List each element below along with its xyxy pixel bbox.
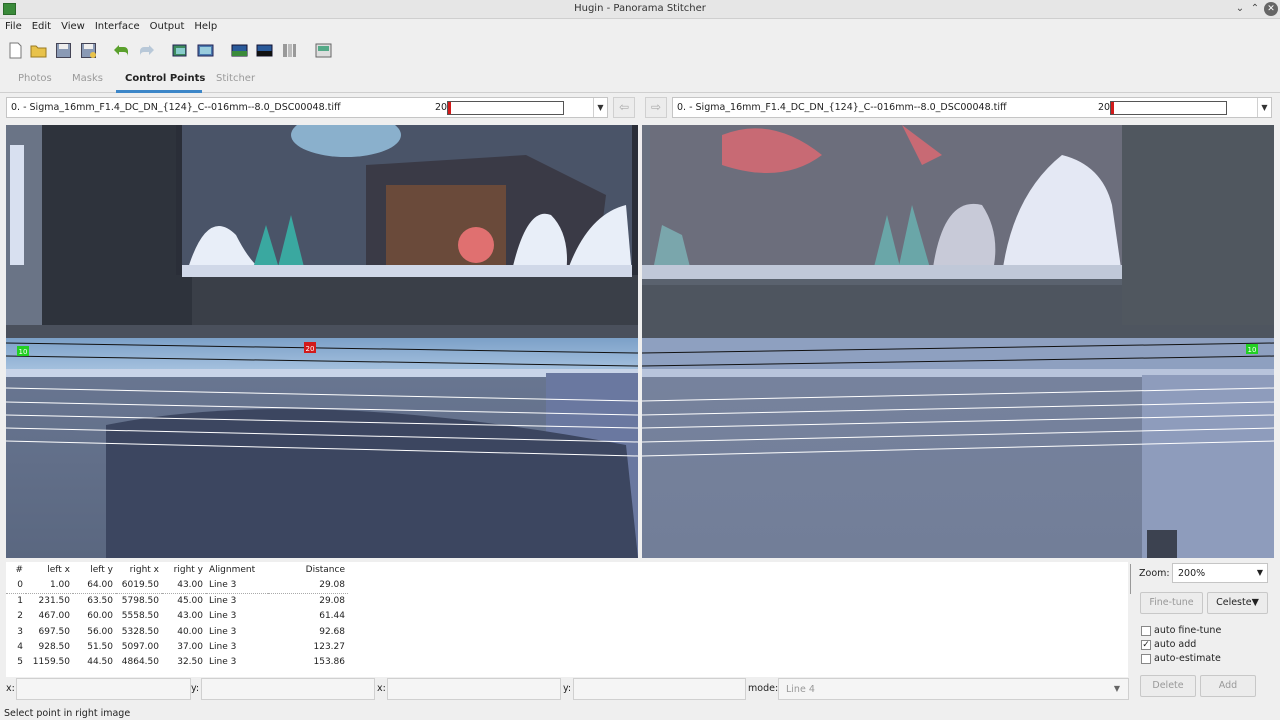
left-x-input[interactable] xyxy=(16,678,191,700)
left-x-field: x: xyxy=(6,678,191,700)
left-cp-quality-bar xyxy=(447,101,564,115)
svg-text:10: 10 xyxy=(1248,346,1257,354)
left-image-canvas[interactable]: 10 20 xyxy=(6,125,638,558)
right-x-field: x: xyxy=(377,678,561,700)
table-row[interactable]: 0 1.00 64.00 6019.50 43.00 Line 3 29.08 xyxy=(6,578,348,594)
chevron-down-icon[interactable]: ▼ xyxy=(1257,98,1271,117)
chevron-down-icon[interactable]: ▼ xyxy=(593,98,607,117)
add-time-series-icon[interactable] xyxy=(197,42,214,59)
tab-stitcher[interactable]: Stitcher xyxy=(216,73,255,84)
menu-view[interactable]: View xyxy=(56,19,90,32)
mode-select[interactable]: Line 4 ▼ xyxy=(778,678,1129,700)
chevron-down-icon: ▼ xyxy=(1256,568,1263,577)
left-cp-marker-red[interactable]: 20 xyxy=(304,342,316,353)
mode-label: mode: xyxy=(748,683,779,694)
table-header: # left x left y right x right y Alignmen… xyxy=(6,562,348,578)
splitter[interactable] xyxy=(1130,564,1131,594)
minimize-icon[interactable]: ⌄ xyxy=(1233,2,1247,16)
svg-text:10: 10 xyxy=(19,348,28,356)
add-button[interactable]: Add xyxy=(1200,675,1256,697)
col-header-right-x[interactable]: right x xyxy=(116,562,162,578)
right-cp-quality-fill xyxy=(1111,102,1115,114)
tab-photos[interactable]: Photos xyxy=(18,73,52,84)
menu-help[interactable]: Help xyxy=(189,19,222,32)
mode-value: Line 4 xyxy=(786,684,815,695)
zoom-label: Zoom: xyxy=(1139,568,1170,579)
left-y-field: y: xyxy=(191,678,375,700)
col-header-left-x[interactable]: left x xyxy=(26,562,73,578)
new-project-icon[interactable] xyxy=(7,42,24,59)
status-bar: Select point in right image xyxy=(4,708,131,719)
close-icon[interactable]: ✕ xyxy=(1264,2,1278,16)
previous-image-button[interactable]: ⇦ xyxy=(613,97,635,118)
right-cp-count: 20 xyxy=(1098,102,1111,113)
left-cp-quality-fill xyxy=(448,102,452,114)
left-cp-count: 20 xyxy=(435,102,448,113)
menu-output[interactable]: Output xyxy=(145,19,190,32)
fine-tune-button[interactable]: Fine-tune xyxy=(1140,592,1203,614)
window-title: Hugin - Panorama Stitcher xyxy=(574,3,706,14)
add-images-icon[interactable] xyxy=(172,42,189,59)
checkmark-icon[interactable]: ✓ xyxy=(1141,640,1151,650)
checkbox-box[interactable] xyxy=(1141,626,1151,636)
col-header-alignment[interactable]: Alignment xyxy=(206,562,268,578)
celeste-button[interactable]: Celeste▼ xyxy=(1207,592,1268,614)
checkbox-box[interactable] xyxy=(1141,654,1151,664)
menu-edit[interactable]: Edit xyxy=(27,19,56,32)
col-header-left-y[interactable]: left y xyxy=(73,562,116,578)
menu-file[interactable]: File xyxy=(0,19,27,32)
delete-button[interactable]: Delete xyxy=(1140,675,1196,697)
tab-bar: Photos Masks Control Points Stitcher xyxy=(0,67,1280,93)
tab-control-points[interactable]: Control Points xyxy=(125,73,205,84)
active-tab-indicator xyxy=(116,90,202,93)
left-image-select[interactable]: 0. - Sigma_16mm_F1.4_DC_DN_{124}_C--016m… xyxy=(6,97,608,118)
left-y-input[interactable] xyxy=(201,678,375,700)
fast-preview-icon[interactable] xyxy=(256,42,273,59)
save-as-icon[interactable] xyxy=(80,42,97,59)
undo-icon[interactable] xyxy=(113,42,130,59)
save-icon[interactable] xyxy=(55,42,72,59)
menu-bar: File Edit View Interface Output Help xyxy=(0,19,1280,36)
table-row[interactable]: 1 231.50 63.50 5798.50 45.00 Line 3 29.08 xyxy=(6,593,348,608)
right-y-input[interactable] xyxy=(573,678,746,700)
open-project-icon[interactable] xyxy=(30,42,47,59)
cp-table: # left x left y right x right y Alignmen… xyxy=(6,562,348,670)
col-header-index[interactable]: # xyxy=(6,562,26,578)
next-image-button[interactable]: ⇨ xyxy=(645,97,667,118)
maximize-icon[interactable]: ⌃ xyxy=(1248,2,1262,16)
right-y-field: y: xyxy=(563,678,746,700)
control-points-table[interactable]: # left x left y right x right y Alignmen… xyxy=(6,562,1128,677)
right-cp-marker-green[interactable]: 10 xyxy=(1246,344,1258,354)
right-image-name: 0. - Sigma_16mm_F1.4_DC_DN_{124}_C--016m… xyxy=(677,102,1007,113)
zoom-select[interactable]: 200% ▼ xyxy=(1172,563,1268,583)
layout-preview-icon[interactable] xyxy=(281,42,298,59)
left-image-name: 0. - Sigma_16mm_F1.4_DC_DN_{124}_C--016m… xyxy=(11,102,341,113)
menu-interface[interactable]: Interface xyxy=(90,19,145,32)
svg-text:20: 20 xyxy=(306,345,315,353)
left-cp-marker-green[interactable]: 10 xyxy=(17,346,29,356)
col-header-right-y[interactable]: right y xyxy=(162,562,206,578)
redo-icon[interactable] xyxy=(138,42,155,59)
table-row[interactable]: 3 697.50 56.00 5328.50 40.00 Line 3 92.68 xyxy=(6,624,348,639)
toolbar xyxy=(0,38,1280,64)
right-x-input[interactable] xyxy=(387,678,561,700)
table-row[interactable]: 5 1159.50 44.50 4864.50 32.50 Line 3 153.86 xyxy=(6,654,348,669)
zoom-value: 200% xyxy=(1178,568,1206,579)
right-cp-quality-bar xyxy=(1110,101,1227,115)
table-row[interactable]: 4 928.50 51.50 5097.00 37.00 Line 3 123.27 xyxy=(6,639,348,654)
preview-icon[interactable] xyxy=(231,42,248,59)
col-header-distance[interactable]: Distance xyxy=(268,562,348,578)
right-image-canvas[interactable]: 10 xyxy=(642,125,1274,558)
chevron-down-icon: ▼ xyxy=(1113,684,1120,693)
table-row[interactable]: 2 467.00 60.00 5558.50 43.00 Line 3 61.44 xyxy=(6,609,348,624)
stitch-icon[interactable] xyxy=(315,42,332,59)
right-image-select[interactable]: 0. - Sigma_16mm_F1.4_DC_DN_{124}_C--016m… xyxy=(672,97,1272,118)
title-bar: Hugin - Panorama Stitcher ⌄ ⌃ ✕ xyxy=(0,0,1280,19)
tab-masks[interactable]: Masks xyxy=(72,73,103,84)
